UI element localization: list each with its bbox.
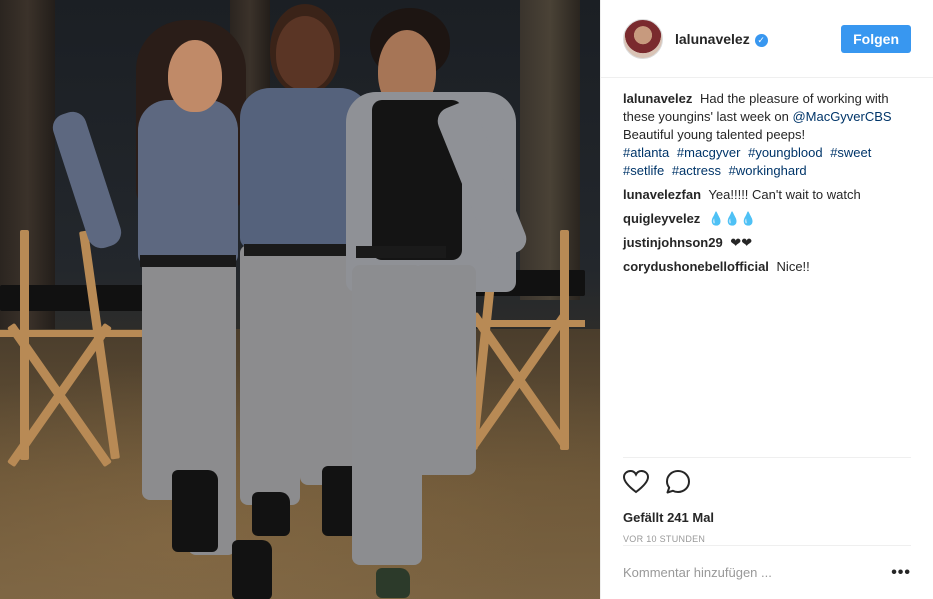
post-sidebar: lalunavelez ✓ Folgen lalunavelez Had the …: [600, 0, 933, 599]
action-icons: [623, 468, 911, 496]
caption-text-2: Beautiful young talented peeps!: [623, 127, 806, 142]
comment-username[interactable]: justinjohnson29: [623, 235, 723, 250]
comment-input[interactable]: [623, 565, 892, 580]
post-photo[interactable]: [0, 0, 600, 599]
comment: corydushonebellofficial Nice!!: [623, 258, 911, 276]
comment-username[interactable]: corydushonebellofficial: [623, 259, 769, 274]
follow-button[interactable]: Folgen: [841, 24, 911, 53]
author-username-text[interactable]: lalunavelez: [675, 31, 750, 47]
heart-icon[interactable]: [623, 470, 649, 494]
avatar[interactable]: [623, 18, 663, 59]
comment-username[interactable]: quigleyvelez: [623, 211, 700, 226]
more-options-icon[interactable]: •••: [891, 564, 911, 582]
hashtag-link[interactable]: #macgyver: [677, 145, 741, 160]
hashtag-link[interactable]: #actress: [672, 163, 721, 178]
like-count[interactable]: Gefällt 241 Mal: [623, 510, 911, 525]
post-header: lalunavelez ✓ Folgen: [601, 0, 933, 78]
comment-text: Yea!!!!! Can't wait to watch: [708, 187, 861, 202]
comment-text: ❤❤: [730, 235, 753, 250]
comment-username[interactable]: lunavelezfan: [623, 187, 701, 202]
post-timestamp: VOR 10 STUNDEN: [623, 534, 706, 544]
comment-text: Nice!!: [776, 259, 810, 274]
hashtag-link[interactable]: #sweet: [830, 145, 871, 160]
caption-username[interactable]: lalunavelez: [623, 91, 692, 106]
instagram-post: lalunavelez ✓ Folgen lalunavelez Had the …: [0, 0, 933, 599]
caption: lalunavelez Had the pleasure of working …: [623, 90, 911, 180]
post-actions: Gefällt 241 Mal VOR 10 STUNDEN: [623, 457, 911, 544]
hashtag-link[interactable]: #setlife: [623, 163, 664, 178]
comment: justinjohnson29 ❤❤: [623, 234, 911, 252]
hashtag-link[interactable]: #atlanta: [623, 145, 669, 160]
mention-link[interactable]: @MacGyverCBS: [792, 109, 891, 124]
add-comment-bar: •••: [623, 545, 911, 599]
verified-badge-icon: ✓: [754, 33, 768, 47]
comment: quigleyvelez 💧💧💧: [623, 210, 911, 228]
speech-bubble-icon[interactable]: [665, 469, 691, 495]
comment-text: 💧💧💧: [707, 211, 757, 226]
comments-list: lalunavelez Had the pleasure of working …: [601, 78, 933, 456]
hashtag-link[interactable]: #youngblood: [748, 145, 822, 160]
comment: lunavelezfan Yea!!!!! Can't wait to watc…: [623, 186, 911, 204]
author-username[interactable]: lalunavelez ✓: [675, 31, 768, 47]
hashtag-link[interactable]: #workinghard: [729, 163, 807, 178]
director-chair: [0, 230, 160, 470]
